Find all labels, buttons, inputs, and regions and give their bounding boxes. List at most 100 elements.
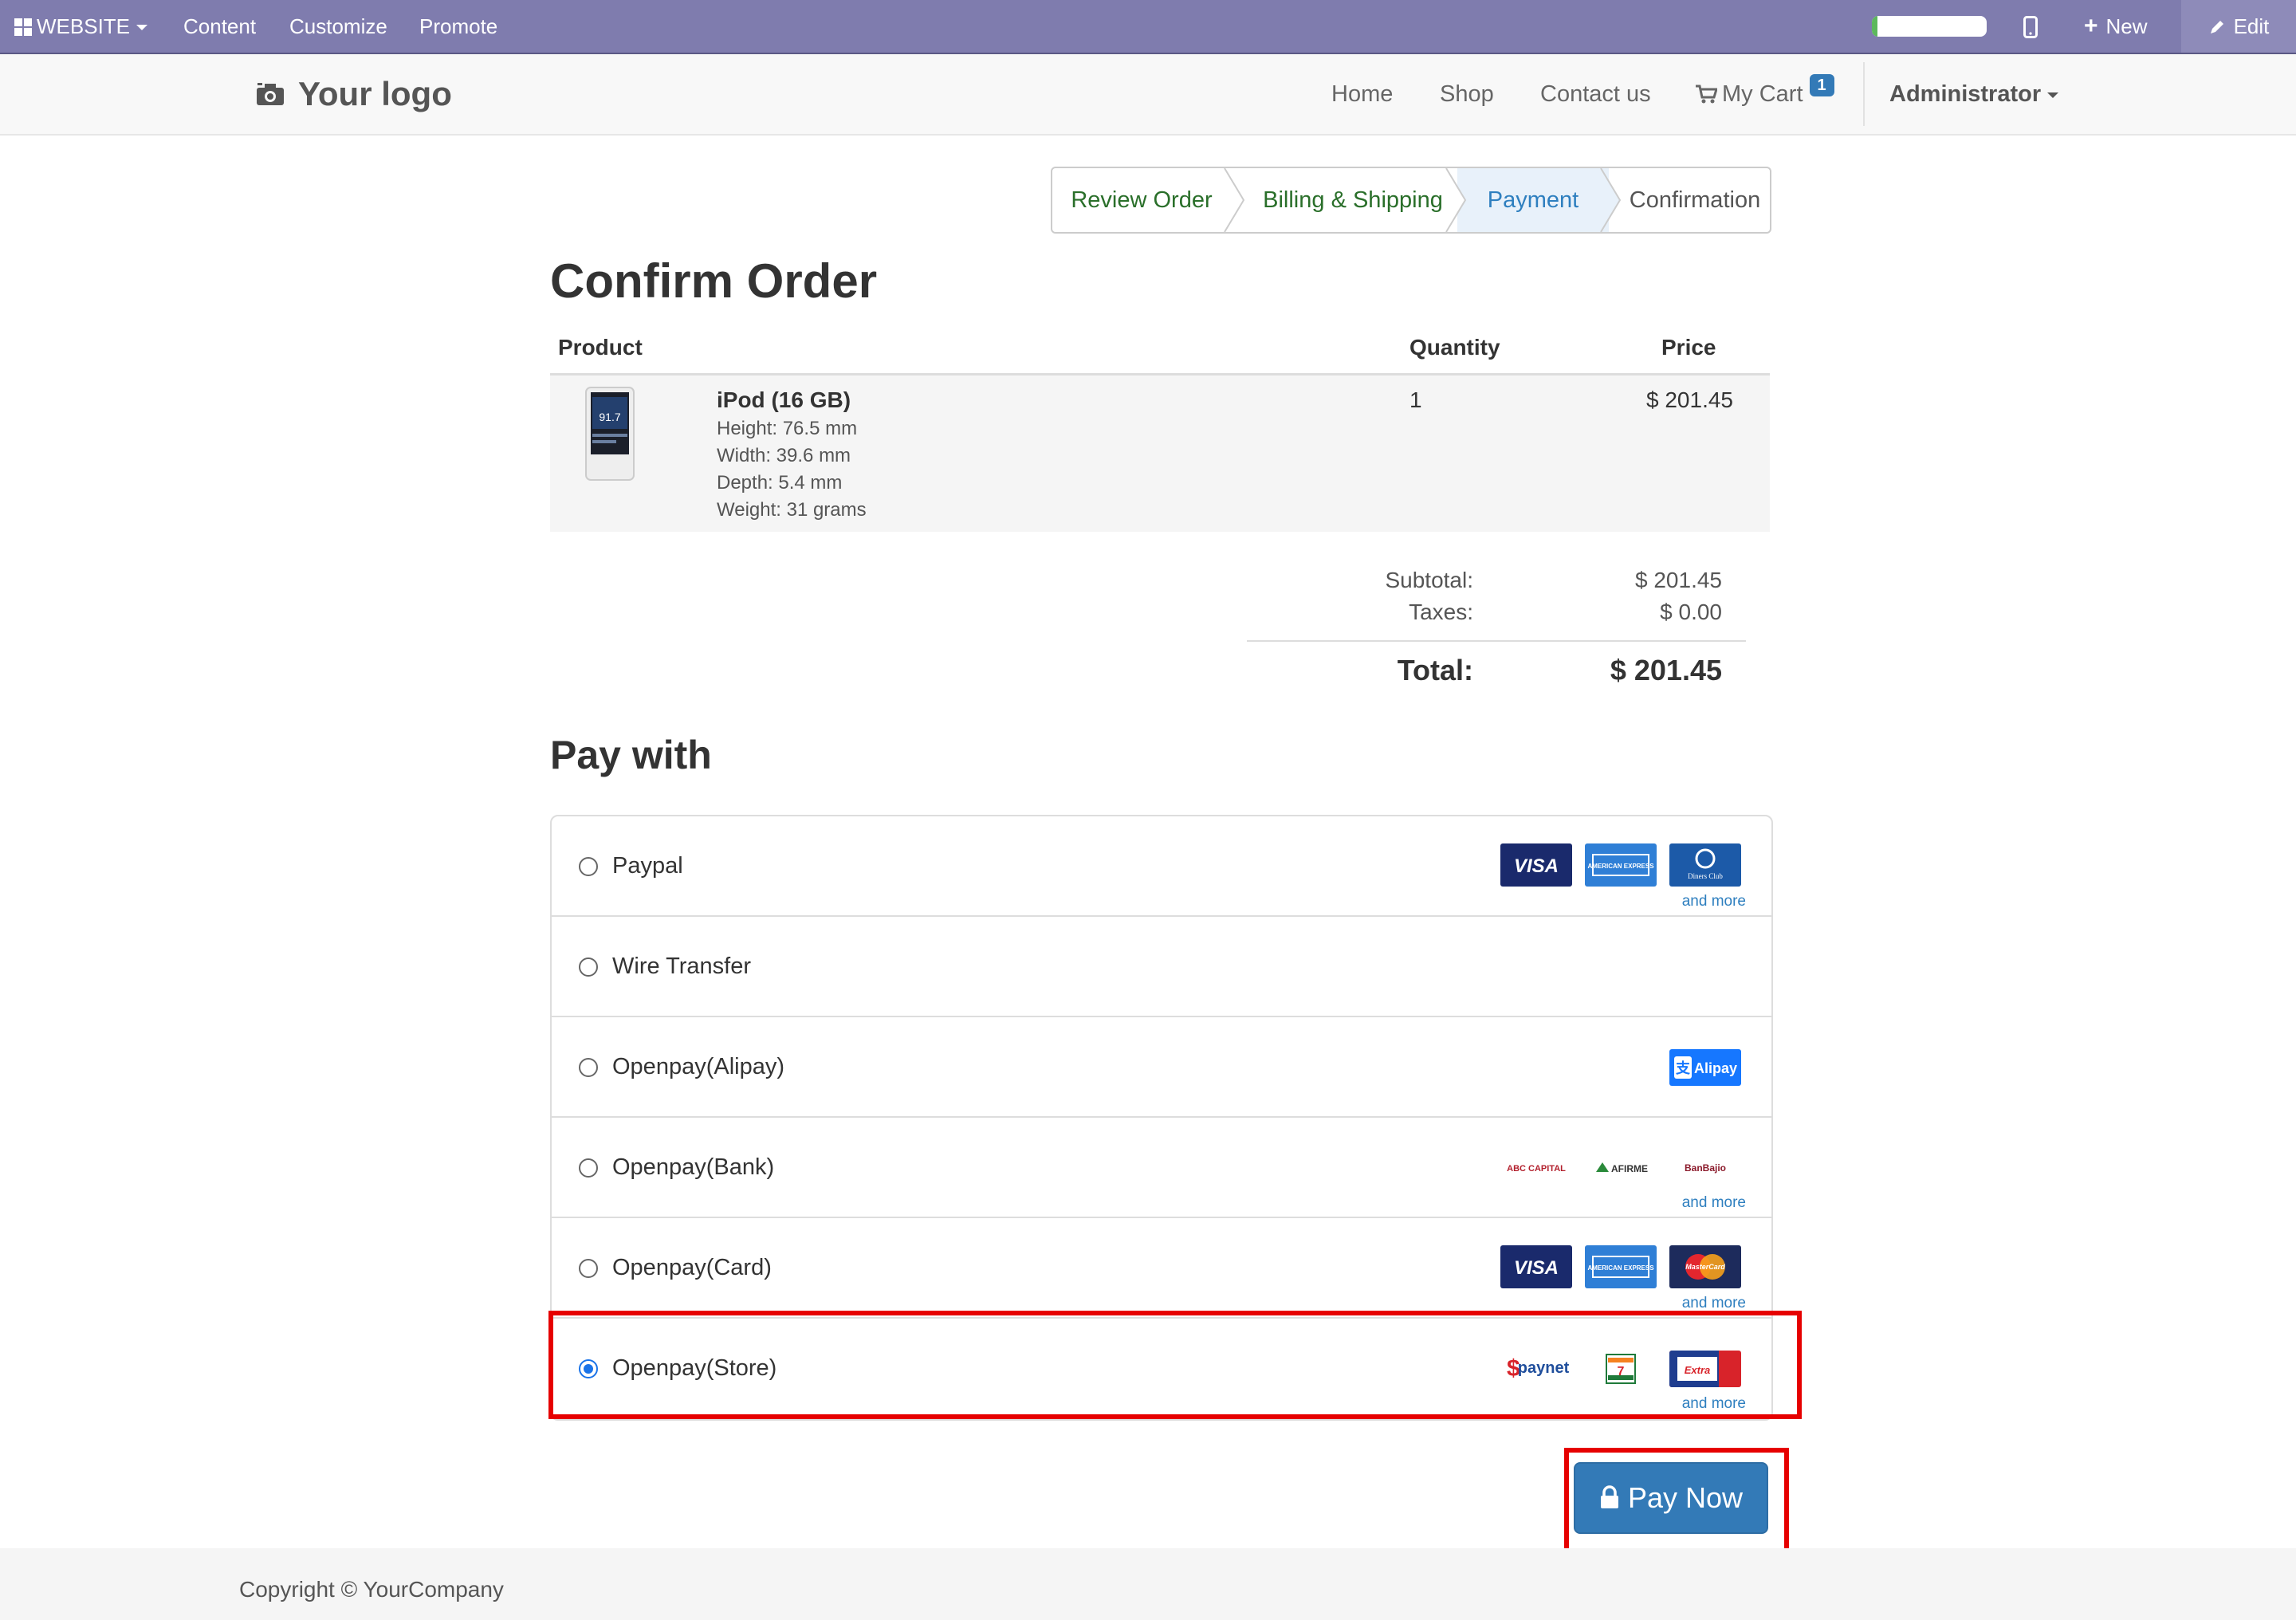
payment-radio-openpay-bank[interactable] <box>579 1158 598 1178</box>
website-menu-label: WEBSITE <box>37 14 131 38</box>
payment-label: Paypal <box>612 853 683 879</box>
user-name: Administrator <box>1889 81 2042 107</box>
edit-button-label: Edit <box>2233 14 2270 38</box>
pencil-icon <box>2210 21 2223 33</box>
svg-text:Alipay: Alipay <box>1694 1060 1737 1076</box>
svg-text:ABC CAPITAL: ABC CAPITAL <box>1507 1164 1566 1174</box>
payment-label: Openpay(Card) <box>612 1255 772 1280</box>
wizard-step-billing-shipping[interactable]: Billing & Shipping <box>1244 168 1462 232</box>
apps-grid-icon <box>14 18 32 36</box>
admin-topbar: WEBSITE Content Customize Promote + New E… <box>0 0 2296 54</box>
product-image: 91.7 <box>585 387 635 481</box>
payment-option-wire-transfer[interactable]: Wire Transfer <box>552 915 1771 1017</box>
subtotal-label: Subtotal: <box>1385 568 1473 592</box>
logo-text: Your logo <box>298 75 452 112</box>
total-label: Total: <box>1397 654 1473 686</box>
abc-capital-bank-icon: ABC CAPITAL <box>1500 1153 1572 1182</box>
svg-text:AFIRME: AFIRME <box>1611 1163 1648 1174</box>
product-price: $ 201.45 <box>1646 387 1733 412</box>
mastercard-icon: MasterCard <box>1669 1245 1741 1288</box>
svg-text:支: 支 <box>1675 1060 1691 1076</box>
payment-option-openpay-alipay[interactable]: Openpay(Alipay) 支 Alipay <box>552 1016 1771 1118</box>
column-header-price: Price <box>1661 335 1716 360</box>
svg-text:MasterCard: MasterCard <box>1685 1263 1725 1271</box>
wizard-step-review-order[interactable]: Review Order <box>1052 168 1231 232</box>
mobile-phone-icon <box>2023 16 2038 38</box>
svg-text:AMERICAN EXPRESS: AMERICAN EXPRESS <box>1587 863 1654 870</box>
cart-label: My Cart <box>1722 81 1803 107</box>
visa-card-icon: VISA <box>1500 1245 1572 1288</box>
wizard-separator <box>1445 168 1467 232</box>
new-button[interactable]: + New <box>2084 0 2148 53</box>
product-attribute: Depth: 5.4 mm <box>717 472 843 493</box>
mobile-preview-button[interactable] <box>2023 0 2038 53</box>
copyright-text: Copyright © YourCompany <box>239 1577 504 1602</box>
payment-radio-paypal[interactable] <box>579 857 598 876</box>
taxes-label: Taxes: <box>1409 600 1473 624</box>
highlight-box <box>1564 1448 1789 1561</box>
amex-card-icon: AMERICAN EXPRESS <box>1585 843 1657 887</box>
customize-menu[interactable]: Customize <box>289 0 387 53</box>
content-menu[interactable]: Content <box>183 0 256 53</box>
banbajio-bank-icon: BanBajio <box>1669 1153 1741 1182</box>
product-screen-text: 91.7 <box>599 411 620 423</box>
caret-down-icon <box>136 25 148 30</box>
product-attribute: Height: 76.5 mm <box>717 418 858 439</box>
visa-card-icon: VISA <box>1500 843 1572 887</box>
user-menu[interactable]: Administrator <box>1889 54 2059 134</box>
nav-shop[interactable]: Shop <box>1440 54 1494 134</box>
and-more-link[interactable]: and more <box>1682 1295 1746 1312</box>
product-attribute: Width: 39.6 mm <box>717 445 851 466</box>
total-value: $ 201.45 <box>1610 654 1722 686</box>
wizard-step-payment: Payment <box>1457 168 1609 232</box>
checkout-wizard: Review Order Billing & Shipping Payment … <box>1051 167 1771 234</box>
new-button-label: New <box>2105 14 2148 38</box>
caret-down-icon <box>2047 92 2059 98</box>
product-quantity: 1 <box>1409 387 1422 412</box>
website-menu[interactable]: WEBSITE <box>14 0 148 53</box>
svg-text:AMERICAN EXPRESS: AMERICAN EXPRESS <box>1587 1264 1654 1272</box>
svg-text:VISA: VISA <box>1514 1257 1559 1279</box>
camera-icon <box>257 83 284 105</box>
column-header-product: Product <box>558 335 643 360</box>
column-header-quantity: Quantity <box>1409 335 1500 360</box>
edit-button[interactable]: Edit <box>2181 0 2296 53</box>
taxes-value: $ 0.00 <box>1660 600 1722 624</box>
svg-text:Diners Club: Diners Club <box>1688 872 1723 880</box>
product-name[interactable]: iPod (16 GB) <box>717 387 851 413</box>
payment-radio-openpay-alipay[interactable] <box>579 1058 598 1077</box>
nav-contact-us[interactable]: Contact us <box>1540 54 1651 134</box>
product-attribute: Weight: 31 grams <box>717 499 867 521</box>
payment-label: Openpay(Alipay) <box>612 1054 784 1079</box>
site-logo[interactable]: Your logo <box>255 73 452 115</box>
afirme-bank-icon: AFIRME <box>1585 1153 1657 1182</box>
progress-fill <box>1872 16 1878 37</box>
nav-home[interactable]: Home <box>1331 54 1393 134</box>
progress-bar <box>1872 16 1987 37</box>
payment-radio-openpay-card[interactable] <box>579 1259 598 1278</box>
payment-option-openpay-card[interactable]: Openpay(Card) VISA AMERICAN EXPRESS Mast… <box>552 1217 1771 1319</box>
payment-label: Wire Transfer <box>612 954 752 979</box>
page-title: Confirm Order <box>550 254 878 308</box>
nav-my-cart[interactable]: My Cart 1 <box>1695 54 1834 134</box>
payment-option-openpay-bank[interactable]: Openpay(Bank) ABC CAPITAL AFIRME BanBaji… <box>552 1116 1771 1218</box>
site-navbar: Your logo Home Shop Contact us My Cart 1 … <box>0 54 2296 136</box>
totals-divider <box>1247 640 1746 642</box>
subtotal-value: $ 201.45 <box>1635 568 1722 592</box>
and-more-link[interactable]: and more <box>1682 1194 1746 1212</box>
pay-with-heading: Pay with <box>550 733 712 777</box>
nav-divider <box>1863 62 1865 126</box>
and-more-link[interactable]: and more <box>1682 893 1746 910</box>
payment-option-paypal[interactable]: Paypal VISA AMERICAN EXPRESS Diners Club… <box>552 816 1771 917</box>
promote-menu[interactable]: Promote <box>419 0 497 53</box>
amex-card-icon: AMERICAN EXPRESS <box>1585 1245 1657 1288</box>
payment-radio-wire-transfer[interactable] <box>579 957 598 977</box>
diners-club-card-icon: Diners Club <box>1669 843 1741 887</box>
svg-text:VISA: VISA <box>1514 855 1559 877</box>
shopping-cart-icon <box>1696 85 1719 104</box>
plus-icon: + <box>2084 13 2098 39</box>
payment-label: Openpay(Bank) <box>612 1154 775 1180</box>
svg-text:BanBajio: BanBajio <box>1685 1162 1726 1174</box>
cart-count-badge: 1 <box>1809 74 1834 96</box>
alipay-icon: 支 Alipay <box>1669 1049 1741 1086</box>
